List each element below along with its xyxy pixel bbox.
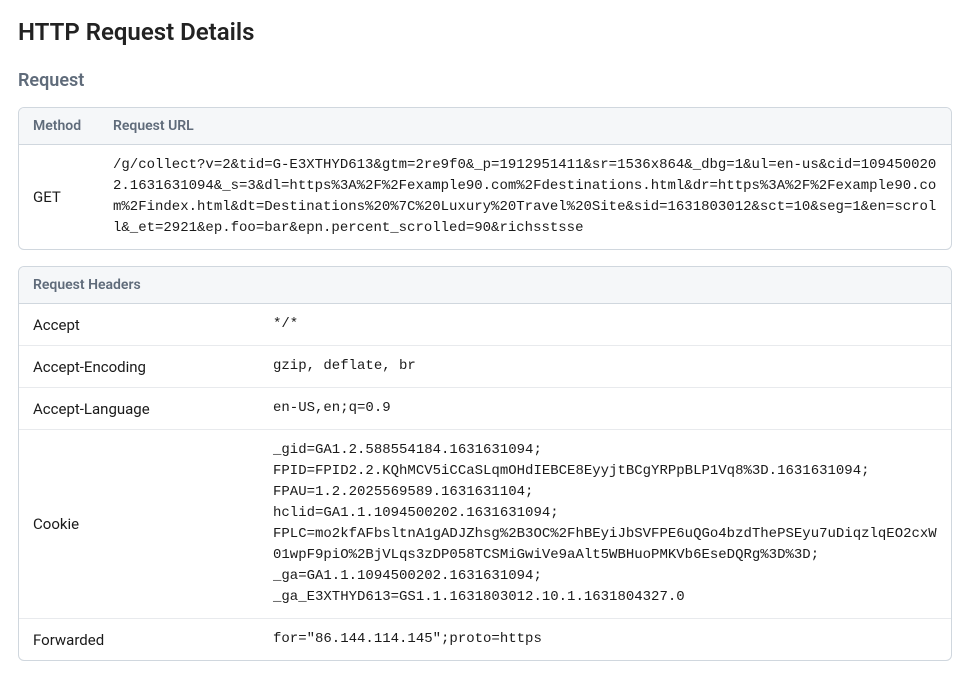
header-row: Accept*/*: [19, 304, 951, 346]
request-headers-table: Request Headers Accept*/*Accept-Encoding…: [18, 266, 952, 661]
header-name-cell: Forwarded: [19, 619, 259, 661]
header-value-cell: _gid=GA1.2.588554184.1631631094; FPID=FP…: [259, 430, 951, 619]
header-name-cell: Cookie: [19, 430, 259, 619]
header-row: Cookie_gid=GA1.2.588554184.1631631094; F…: [19, 430, 951, 619]
header-row: Accept-Encodinggzip, deflate, br: [19, 346, 951, 388]
request-row: GET /g/collect?v=2&tid=G-E3XTHYD613&gtm=…: [19, 145, 951, 250]
header-value-cell: gzip, deflate, br: [259, 346, 951, 388]
request-headers-title: Request Headers: [19, 267, 951, 304]
header-name-cell: Accept: [19, 304, 259, 346]
header-value-cell: for="86.144.114.145";proto=https: [259, 619, 951, 661]
column-header-method: Method: [19, 108, 99, 145]
header-row: Accept-Languageen-US,en;q=0.9: [19, 388, 951, 430]
header-name-cell: Accept-Encoding: [19, 346, 259, 388]
request-url-cell: /g/collect?v=2&tid=G-E3XTHYD613&gtm=2re9…: [99, 145, 951, 250]
header-value-cell: */*: [259, 304, 951, 346]
request-url-table: Method Request URL GET /g/collect?v=2&ti…: [18, 107, 952, 250]
header-name-cell: Accept-Language: [19, 388, 259, 430]
column-header-url: Request URL: [99, 108, 951, 145]
request-method-cell: GET: [19, 145, 99, 250]
section-request-title: Request: [18, 70, 952, 91]
page-title: HTTP Request Details: [18, 18, 952, 46]
header-value-cell: en-US,en;q=0.9: [259, 388, 951, 430]
header-row: Forwardedfor="86.144.114.145";proto=http…: [19, 619, 951, 661]
